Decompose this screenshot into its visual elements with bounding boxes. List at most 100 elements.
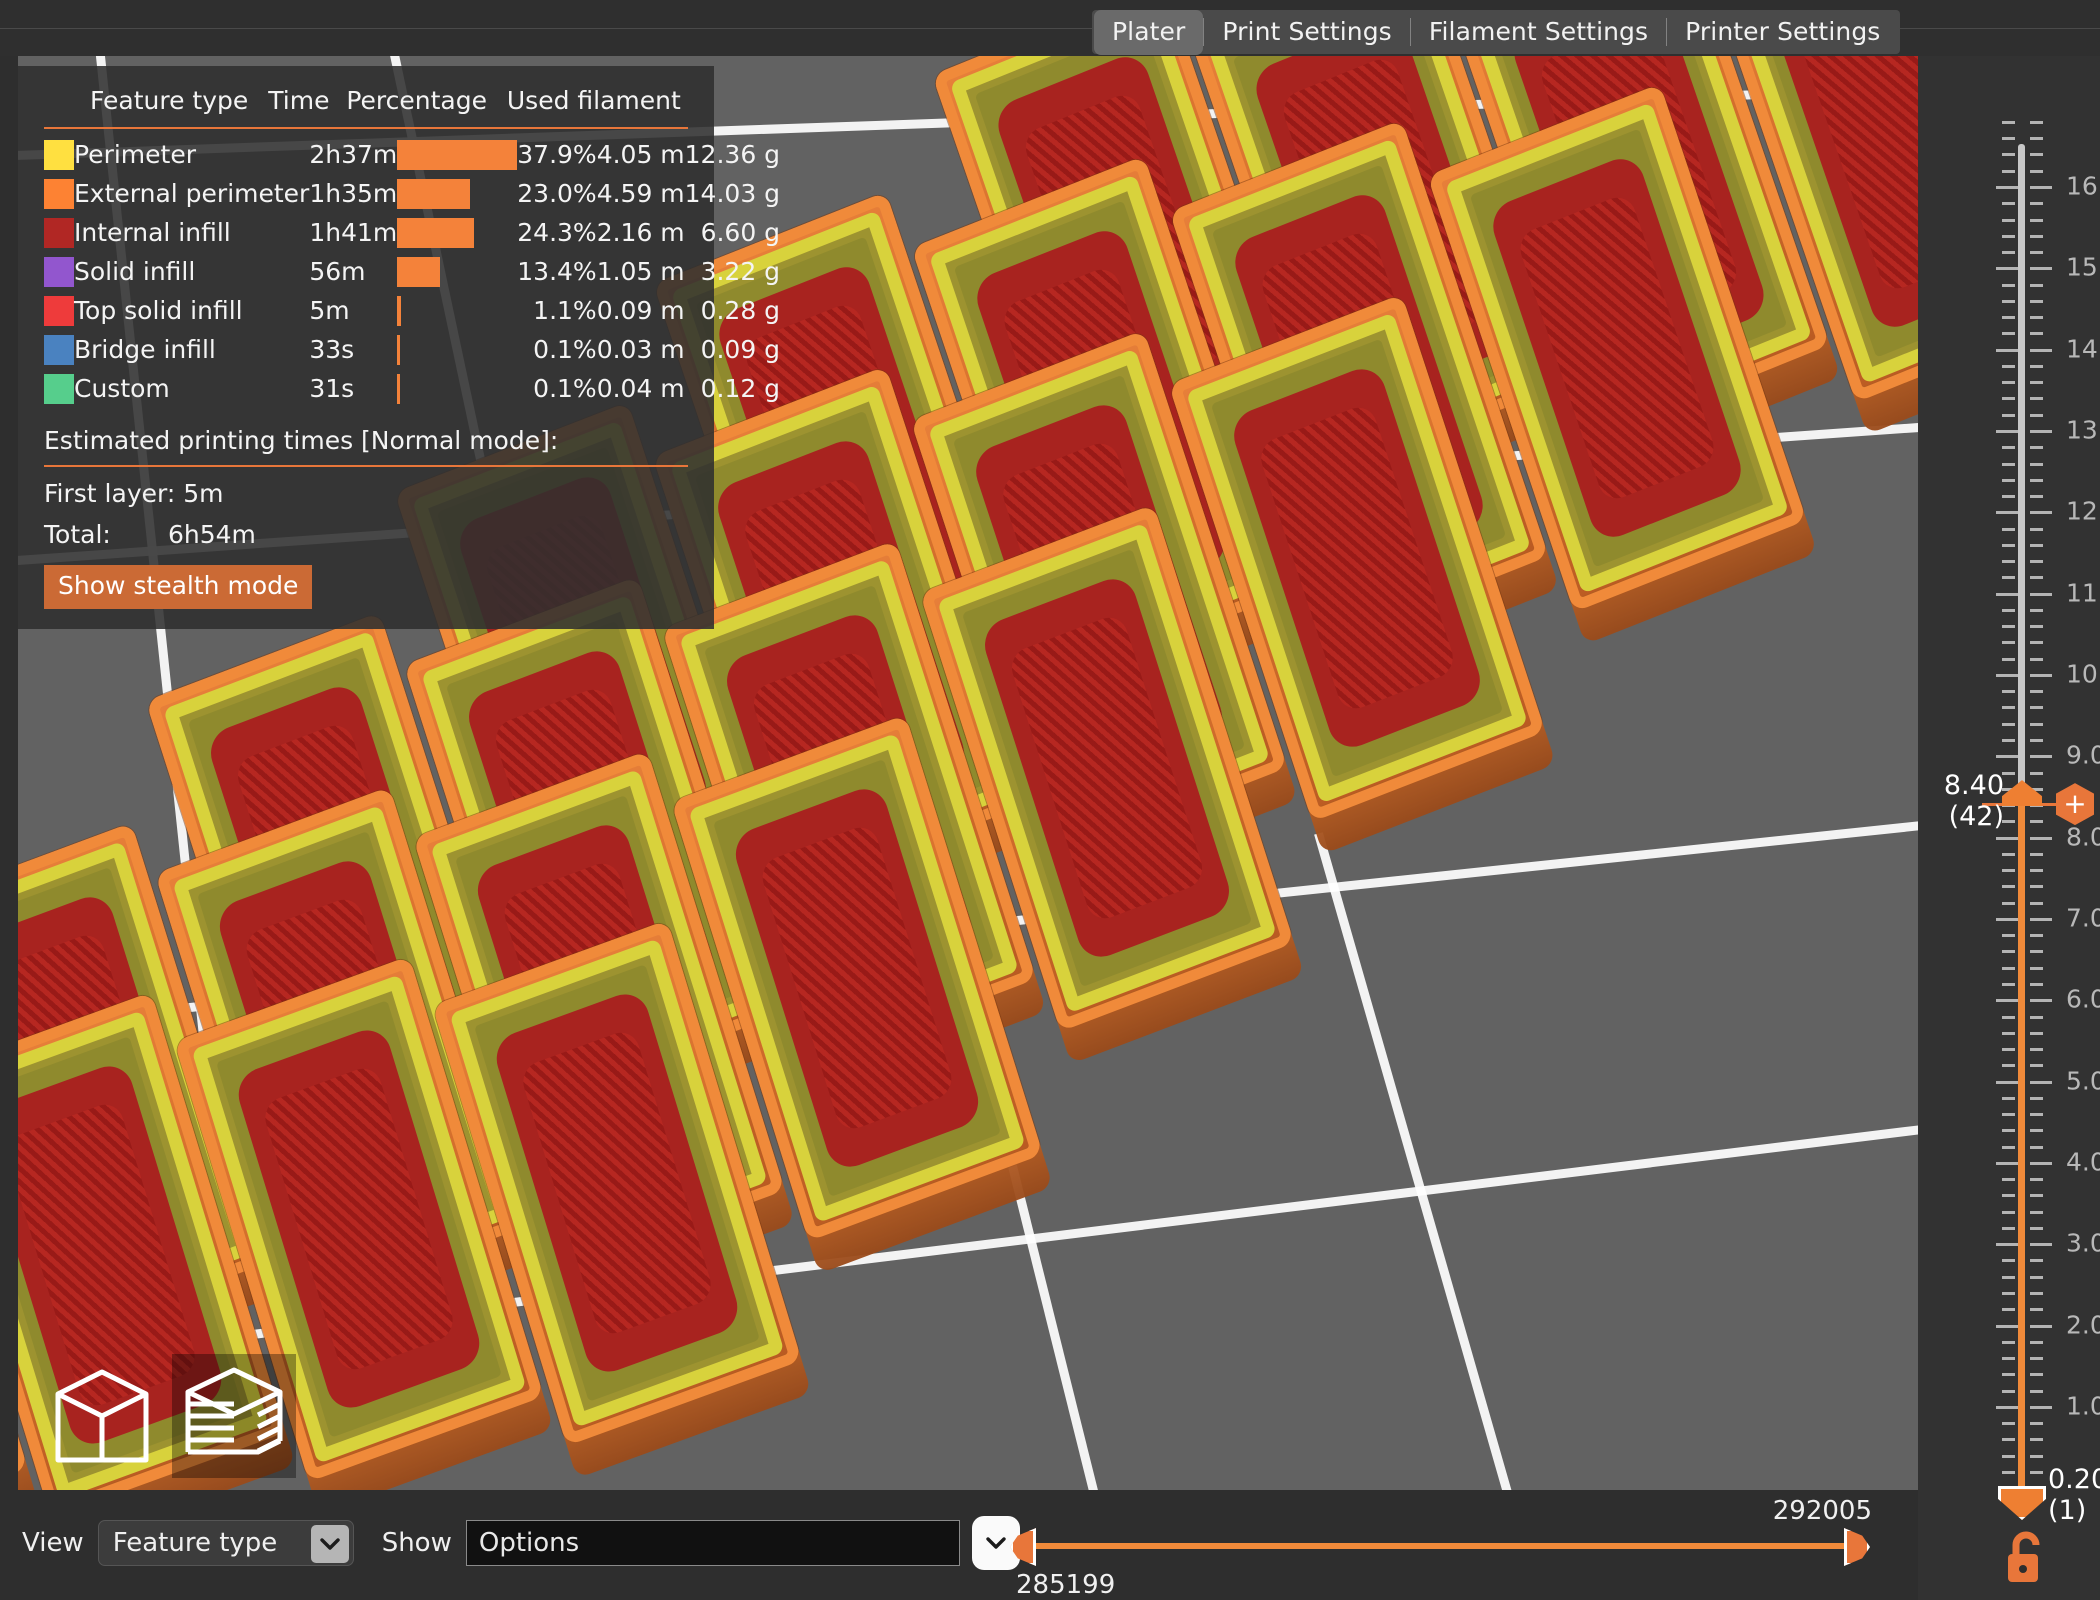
- slider-minor-tick: [2030, 528, 2043, 531]
- legend-row: Top solid infill5m1.1%0.09 m0.28 g: [44, 291, 780, 330]
- slider-minor-tick: [2002, 414, 2015, 417]
- feature-percentage-bar: [397, 218, 474, 248]
- legend-row: Perimeter2h37m37.9%4.05 m12.36 g: [44, 135, 780, 174]
- slider-lock-button[interactable]: [2000, 1528, 2052, 1592]
- estimated-divider: [44, 465, 688, 467]
- slider-minor-tick: [2030, 1438, 2043, 1441]
- slider-minor-tick: [2002, 1178, 2015, 1181]
- slider-minor-tick: [2002, 1032, 2015, 1035]
- slider-minor-tick: [2030, 153, 2043, 156]
- slider-minor-tick: [2002, 365, 2015, 368]
- slider-minor-tick: [2030, 1259, 2043, 1262]
- legend-color-cell: [44, 213, 74, 252]
- view-select[interactable]: Feature type: [98, 1520, 354, 1566]
- slider-major-tick: [1996, 918, 2018, 921]
- slider-major-tick: [2030, 349, 2052, 352]
- slider-minor-tick: [2030, 1097, 2043, 1100]
- slider-minor-tick: [2030, 397, 2043, 400]
- legend-table: Perimeter2h37m37.9%4.05 m12.36 gExternal…: [44, 135, 780, 408]
- legend-row: External perimeter1h35m23.0%4.59 m14.03 …: [44, 174, 780, 213]
- tab-plater[interactable]: Plater: [1094, 10, 1203, 55]
- layers-icon: [182, 1364, 286, 1468]
- show-options-value: Options: [479, 1528, 579, 1558]
- cube-icon: [50, 1364, 154, 1468]
- slider-minor-tick: [2030, 1032, 2043, 1035]
- slider-minor-tick: [2002, 885, 2015, 888]
- editor-view-button[interactable]: [40, 1354, 164, 1478]
- layer-slider[interactable]: 16.0015.0014.0013.0012.0011.0010.009.008…: [1918, 56, 2100, 1600]
- slider-minor-tick: [2030, 1276, 2043, 1279]
- feature-percentage: 24.3%: [517, 213, 596, 252]
- slider-minor-tick: [2030, 1178, 2043, 1181]
- slider-minor-tick: [2030, 1016, 2043, 1019]
- chevron-down-icon[interactable]: [311, 1525, 349, 1563]
- tab-group: Plater Print Settings Filament Settings …: [1092, 10, 1900, 54]
- slider-minor-tick: [2030, 869, 2043, 872]
- slider-minor-tick: [2030, 1455, 2043, 1458]
- legend-color-cell: [44, 174, 74, 213]
- slider-minor-tick: [2002, 1097, 2015, 1100]
- moves-slider-track[interactable]: [1028, 1543, 1852, 1549]
- slider-minor-tick: [2030, 1422, 2043, 1425]
- tab-print-settings[interactable]: Print Settings: [1204, 10, 1409, 55]
- slider-minor-tick: [2002, 235, 2015, 238]
- moves-slider-lower-thumb[interactable]: [1010, 1528, 1036, 1566]
- slider-minor-tick: [2002, 658, 2015, 661]
- preview-view-button[interactable]: [172, 1354, 296, 1478]
- feature-name: Perimeter: [74, 135, 309, 174]
- legend-header-table: Feature type Time Percentage Used filame…: [44, 86, 688, 127]
- slider-major-tick: [1996, 1162, 2018, 1165]
- slider-minor-tick: [2002, 1016, 2015, 1019]
- slider-minor-tick: [2030, 609, 2043, 612]
- slider-tick-label: 9.00: [2066, 741, 2100, 770]
- show-options-field[interactable]: Options: [466, 1520, 960, 1566]
- slider-minor-tick: [2030, 1064, 2043, 1067]
- slider-tick-label: 7.00: [2066, 903, 2100, 932]
- moves-slider-upper-thumb[interactable]: [1844, 1528, 1870, 1566]
- layer-slider-lower-thumb[interactable]: [1998, 1486, 2046, 1520]
- slider-major-tick: [1996, 674, 2018, 677]
- tab-filament-settings[interactable]: Filament Settings: [1411, 10, 1666, 55]
- slider-major-tick: [1996, 999, 2018, 1002]
- slider-major-tick: [2030, 430, 2052, 433]
- slider-tick-label: 12.00: [2066, 497, 2100, 526]
- slider-minor-tick: [2030, 1227, 2043, 1230]
- feature-time: 1h41m: [309, 213, 397, 252]
- slider-minor-tick: [2002, 1357, 2015, 1360]
- slider-minor-tick: [2002, 1471, 2015, 1474]
- add-color-change-button[interactable]: +: [2056, 783, 2094, 825]
- slider-major-tick: [2030, 511, 2052, 514]
- legend-color-cell: [44, 330, 74, 369]
- slider-major-tick: [1996, 1325, 2018, 1328]
- feature-time: 33s: [309, 330, 397, 369]
- feature-percentage-bar-cell: [397, 369, 517, 408]
- slider-minor-tick: [2002, 381, 2015, 384]
- slider-major-tick: [1996, 755, 2018, 758]
- feature-name: External perimeter: [74, 174, 309, 213]
- slider-major-tick: [1996, 186, 2018, 189]
- feature-percentage-bar-cell: [397, 291, 517, 330]
- moves-slider[interactable]: 285199 292005: [1000, 1526, 1880, 1566]
- col-feature-type: Feature type: [90, 86, 254, 127]
- feature-percentage-bar-cell: [397, 174, 517, 213]
- feature-length: 0.04 m: [597, 369, 685, 408]
- slider-minor-tick: [2030, 1471, 2043, 1474]
- slider-minor-tick: [2030, 414, 2043, 417]
- slider-minor-tick: [2030, 495, 2043, 498]
- slider-major-tick: [1996, 593, 2018, 596]
- slider-minor-tick: [2002, 1194, 2015, 1197]
- tab-printer-settings[interactable]: Printer Settings: [1667, 10, 1898, 55]
- slider-minor-tick: [2002, 544, 2015, 547]
- upper-layer-index: (42): [1944, 801, 2004, 832]
- slider-minor-tick: [2030, 1308, 2043, 1311]
- slider-major-tick: [2030, 1325, 2052, 1328]
- show-stealth-mode-button[interactable]: Show stealth mode: [44, 565, 312, 609]
- layer-slider-upper-thumb[interactable]: [2002, 780, 2042, 806]
- legend-row: Custom31s0.1%0.04 m0.12 g: [44, 369, 780, 408]
- slider-minor-tick: [2002, 300, 2015, 303]
- slider-minor-tick: [2030, 381, 2043, 384]
- legend-header-row: Feature type Time Percentage Used filame…: [44, 86, 688, 127]
- total-time-label: Total:: [44, 520, 160, 549]
- feature-percentage-bar: [397, 296, 400, 326]
- slider-minor-tick: [2030, 658, 2043, 661]
